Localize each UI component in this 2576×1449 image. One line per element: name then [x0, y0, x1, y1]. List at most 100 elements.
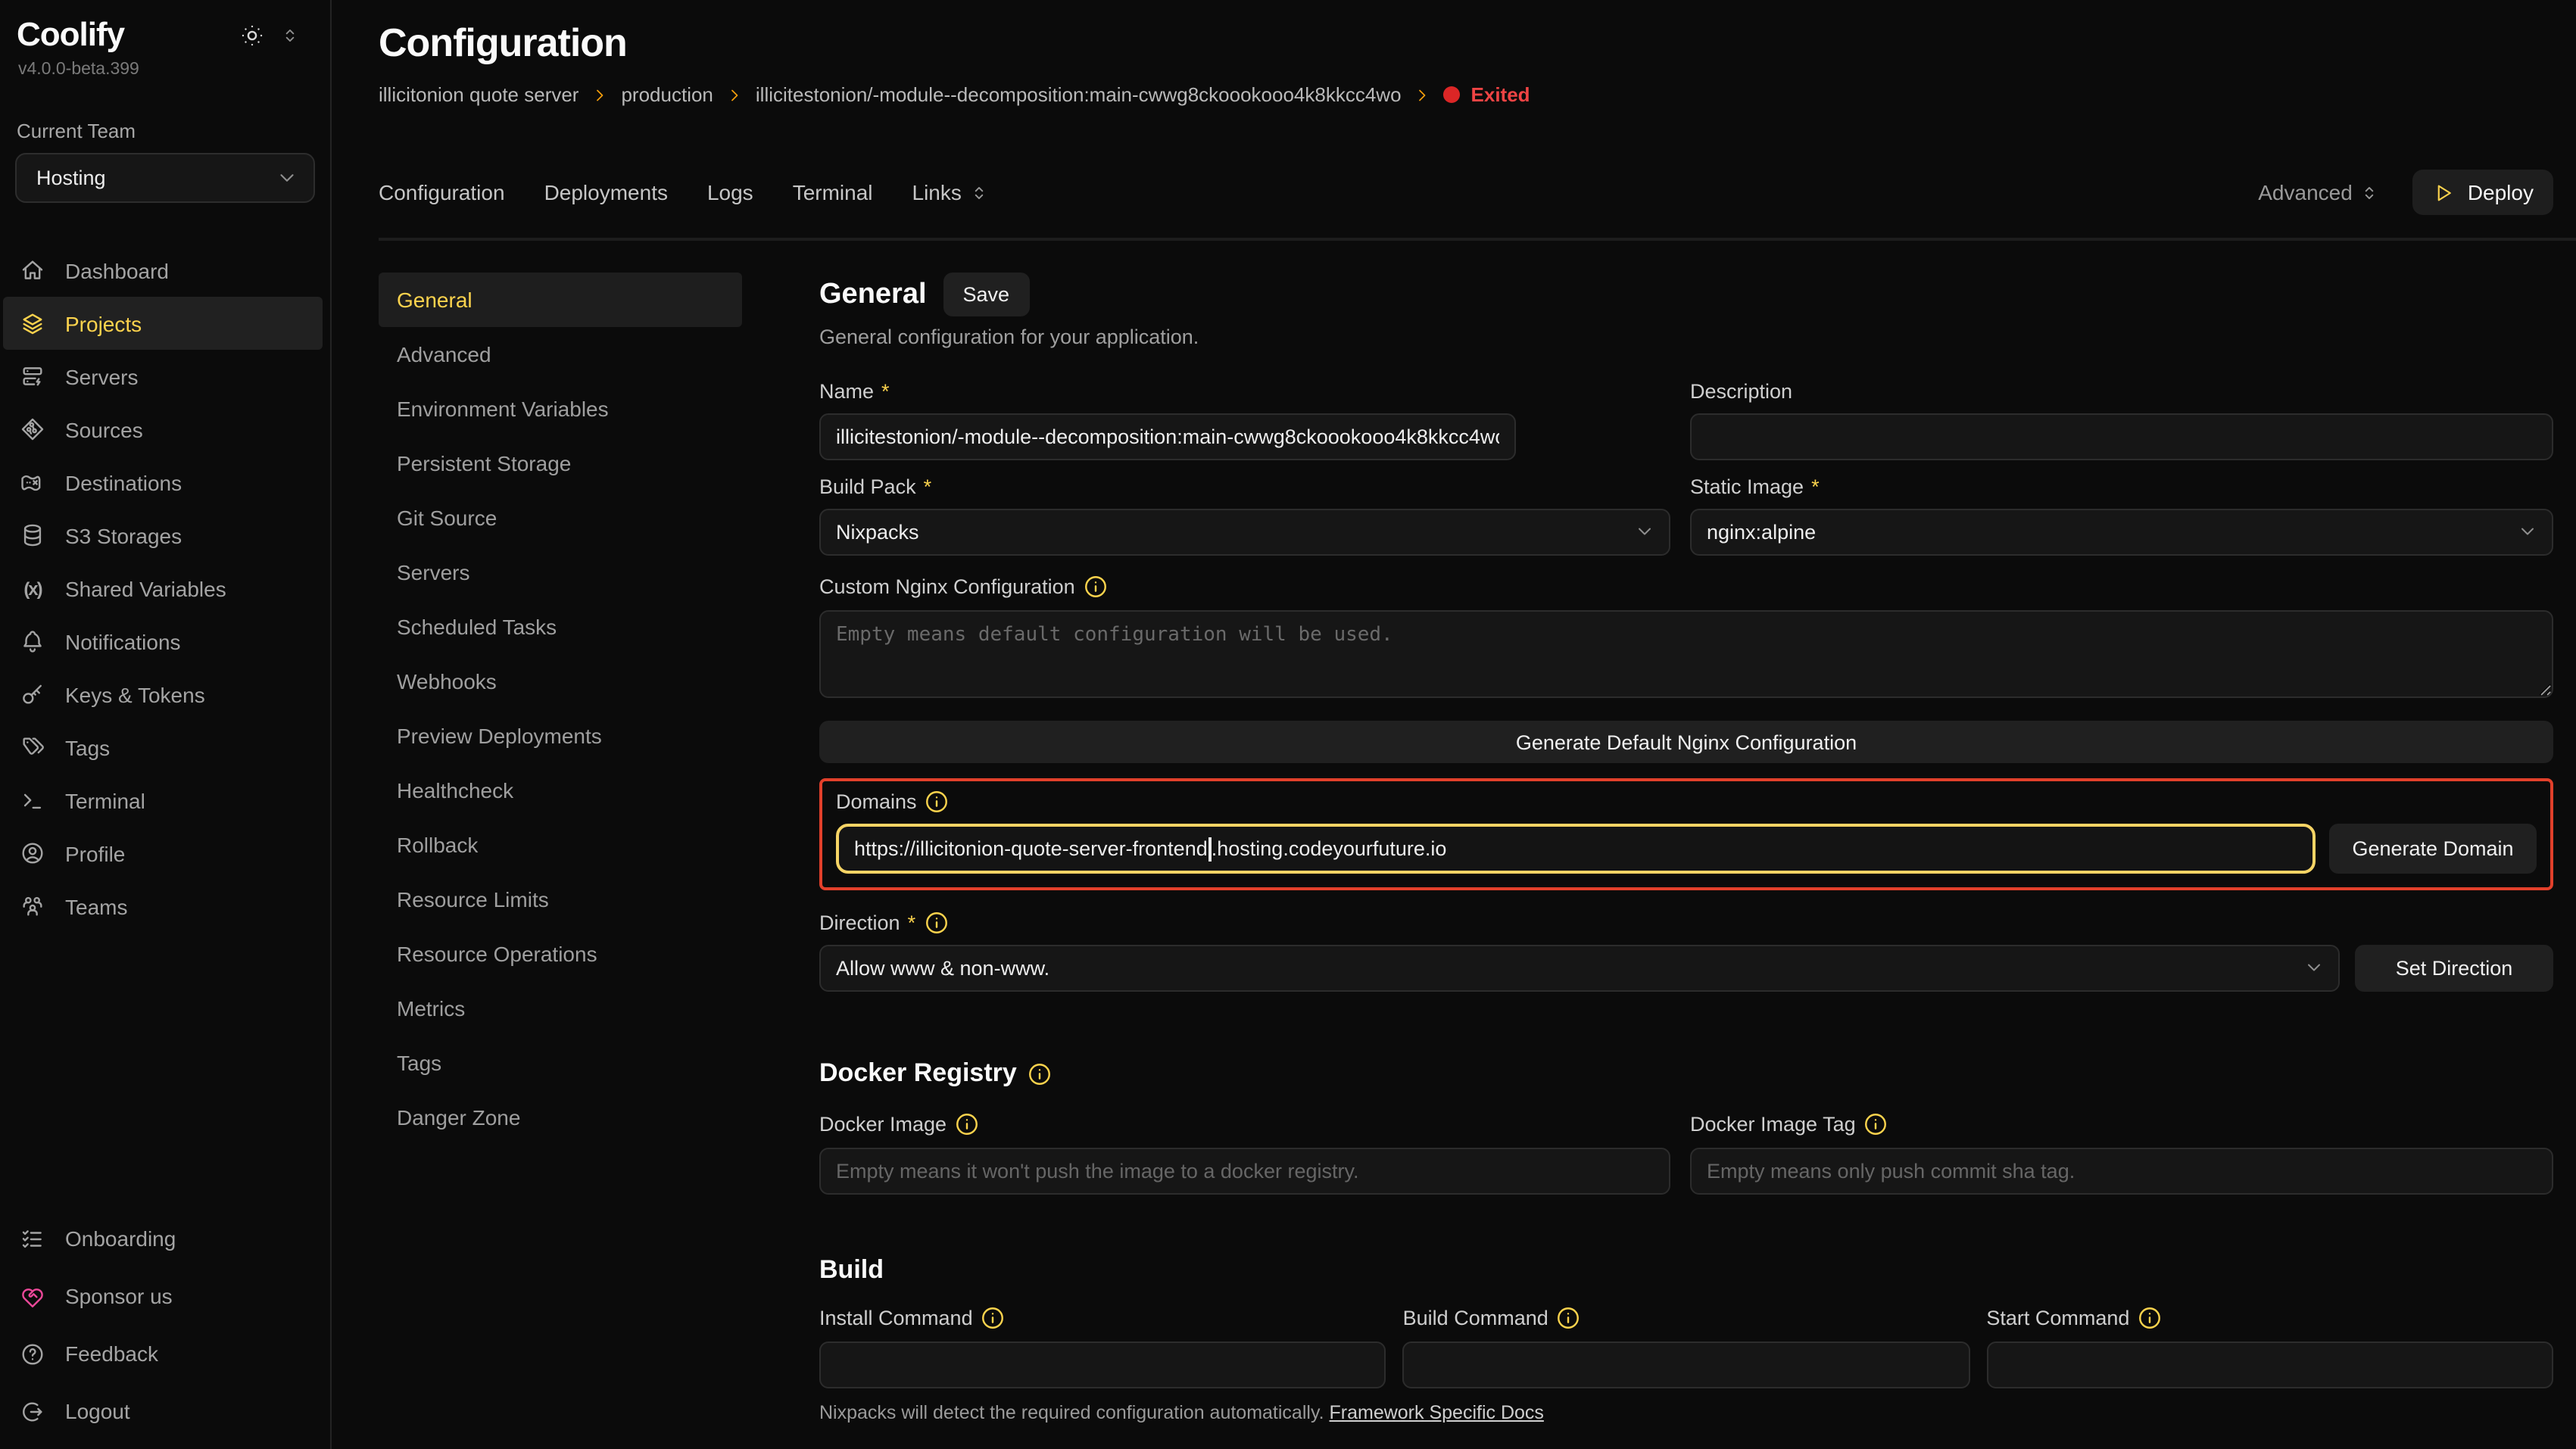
save-button[interactable]: Save	[943, 273, 1030, 316]
tab-configuration[interactable]: Configuration	[379, 180, 505, 204]
build-command-input[interactable]	[1403, 1341, 1970, 1388]
sidebar-item-sponsor-us[interactable]: Sponsor us	[3, 1267, 323, 1325]
subnav-rollback[interactable]: Rollback	[379, 818, 742, 872]
subnav-metrics[interactable]: Metrics	[379, 981, 742, 1036]
sidebar-item-servers[interactable]: Servers	[3, 350, 323, 403]
info-icon[interactable]	[925, 789, 950, 815]
sidebar-item-logout[interactable]: Logout	[3, 1382, 323, 1440]
selector-icon	[969, 182, 989, 202]
sidebar-item-tags[interactable]: Tags	[3, 721, 323, 774]
sidebar-item-sources[interactable]: Sources	[3, 403, 323, 456]
set-direction-button[interactable]: Set Direction	[2355, 945, 2553, 992]
subnav-preview-deployments[interactable]: Preview Deployments	[379, 709, 742, 763]
sidebar-item-keys-tokens[interactable]: Keys & Tokens	[3, 668, 323, 721]
section-heading-docker-registry: Docker Registry	[819, 1058, 2553, 1089]
sidebar-item-projects[interactable]: Projects	[3, 297, 323, 350]
direction-label: Direction*	[819, 910, 2553, 936]
key-icon	[20, 681, 45, 707]
name-label: Name*	[819, 380, 1516, 403]
tags-icon	[20, 734, 45, 760]
server-icon	[20, 363, 45, 389]
direction-select[interactable]: Allow www & non-www.	[819, 945, 2340, 992]
breadcrumb-application[interactable]: illicitestonion/-module--decomposition:m…	[756, 83, 1402, 106]
sidebar-item-s3-storages[interactable]: S3 Storages	[3, 509, 323, 562]
subnav-git-source[interactable]: Git Source	[379, 491, 742, 545]
docker-image-tag-input[interactable]	[1690, 1148, 2553, 1195]
install-command-input[interactable]	[819, 1341, 1386, 1388]
tab-deployments[interactable]: Deployments	[544, 180, 668, 204]
section-heading-build: Build	[819, 1255, 2553, 1285]
info-icon[interactable]	[1083, 574, 1109, 600]
tab-terminal[interactable]: Terminal	[793, 180, 873, 204]
subnav-servers[interactable]: Servers	[379, 545, 742, 600]
checklist-icon	[20, 1226, 45, 1251]
user-circle-icon	[20, 840, 45, 866]
info-icon[interactable]	[1028, 1061, 1053, 1086]
sidebar-item-profile[interactable]: Profile	[3, 827, 323, 880]
build-pack-label: Build Pack*	[819, 475, 1670, 498]
theme-selector-icon[interactable]	[280, 25, 300, 45]
subnav-healthcheck[interactable]: Healthcheck	[379, 763, 742, 818]
subnav-general[interactable]: General	[379, 273, 742, 327]
tab-logs[interactable]: Logs	[707, 180, 753, 204]
sidebar-item-terminal[interactable]: Terminal	[3, 774, 323, 827]
users-icon	[20, 893, 45, 919]
subnav-persistent-storage[interactable]: Persistent Storage	[379, 436, 742, 491]
name-input[interactable]	[819, 413, 1516, 460]
subnav-resource-limits[interactable]: Resource Limits	[379, 872, 742, 927]
info-icon[interactable]	[981, 1305, 1006, 1331]
general-form: General Save General configuration for y…	[819, 273, 2553, 1449]
subnav-webhooks[interactable]: Webhooks	[379, 654, 742, 709]
info-icon[interactable]	[2137, 1305, 2163, 1331]
generate-domain-button[interactable]: Generate Domain	[2329, 824, 2537, 874]
required-asterisk: *	[908, 911, 916, 934]
brand-logo: Coolify	[17, 15, 124, 55]
tab-links[interactable]: Links	[912, 180, 989, 204]
sidebar-item-dashboard[interactable]: Dashboard	[3, 244, 323, 297]
framework-docs-link[interactable]: Framework Specific Docs	[1330, 1402, 1544, 1423]
info-icon[interactable]	[954, 1111, 980, 1137]
nixpacks-helper-text: Nixpacks will detect the required config…	[819, 1402, 2553, 1423]
description-input[interactable]	[1690, 413, 2553, 460]
team-select[interactable]: Hosting	[15, 153, 315, 203]
subnav-tags[interactable]: Tags	[379, 1036, 742, 1090]
bell-icon	[20, 628, 45, 654]
sidebar-item-feedback[interactable]: Feedback	[3, 1325, 323, 1382]
app-version: v4.0.0-beta.399	[0, 55, 330, 79]
start-command-input[interactable]	[1986, 1341, 2553, 1388]
terminal-icon	[20, 787, 45, 813]
chevron-down-icon	[1634, 521, 1655, 542]
domains-input[interactable]: https://illicitonion-quote-server-fronte…	[836, 824, 2316, 874]
sidebar-item-shared-variables[interactable]: (x) Shared Variables	[3, 562, 323, 615]
info-icon[interactable]	[923, 910, 949, 936]
deploy-button[interactable]: Deploy	[2413, 170, 2553, 215]
info-icon[interactable]	[1863, 1111, 1889, 1137]
nginx-config-textarea[interactable]	[819, 610, 2553, 698]
database-icon	[20, 522, 45, 548]
breadcrumb-project[interactable]: illicitonion quote server	[379, 83, 579, 106]
play-icon	[2433, 181, 2456, 204]
sidebar-item-teams[interactable]: Teams	[3, 880, 323, 933]
required-asterisk: *	[924, 475, 932, 498]
sidebar-item-notifications[interactable]: Notifications	[3, 615, 323, 668]
sun-icon[interactable]	[239, 22, 265, 48]
docker-image-input[interactable]	[819, 1148, 1670, 1195]
subnav-scheduled-tasks[interactable]: Scheduled Tasks	[379, 600, 742, 654]
sidebar-item-onboarding[interactable]: Onboarding	[3, 1210, 323, 1267]
static-image-label: Static Image*	[1690, 475, 2553, 498]
build-pack-select[interactable]: Nixpacks	[819, 509, 1670, 556]
generate-nginx-button[interactable]: Generate Default Nginx Configuration	[819, 721, 2553, 763]
subnav-resource-operations[interactable]: Resource Operations	[379, 927, 742, 981]
breadcrumb-environment[interactable]: production	[621, 83, 713, 106]
advanced-menu[interactable]: Advanced	[2258, 180, 2380, 204]
static-image-select[interactable]: nginx:alpine	[1690, 509, 2553, 556]
build-command-label: Build Command	[1403, 1305, 1970, 1331]
status-dot-icon	[1444, 86, 1461, 103]
sidebar-item-destinations[interactable]: Destinations	[3, 456, 323, 509]
domains-highlight-box: Domains https://illicitonion-quote-serve…	[819, 778, 2553, 890]
info-icon[interactable]	[1556, 1305, 1582, 1331]
docker-image-label: Docker Image	[819, 1111, 1670, 1137]
subnav-environment-variables[interactable]: Environment Variables	[379, 382, 742, 436]
subnav-advanced[interactable]: Advanced	[379, 327, 742, 382]
subnav-danger-zone[interactable]: Danger Zone	[379, 1090, 742, 1145]
